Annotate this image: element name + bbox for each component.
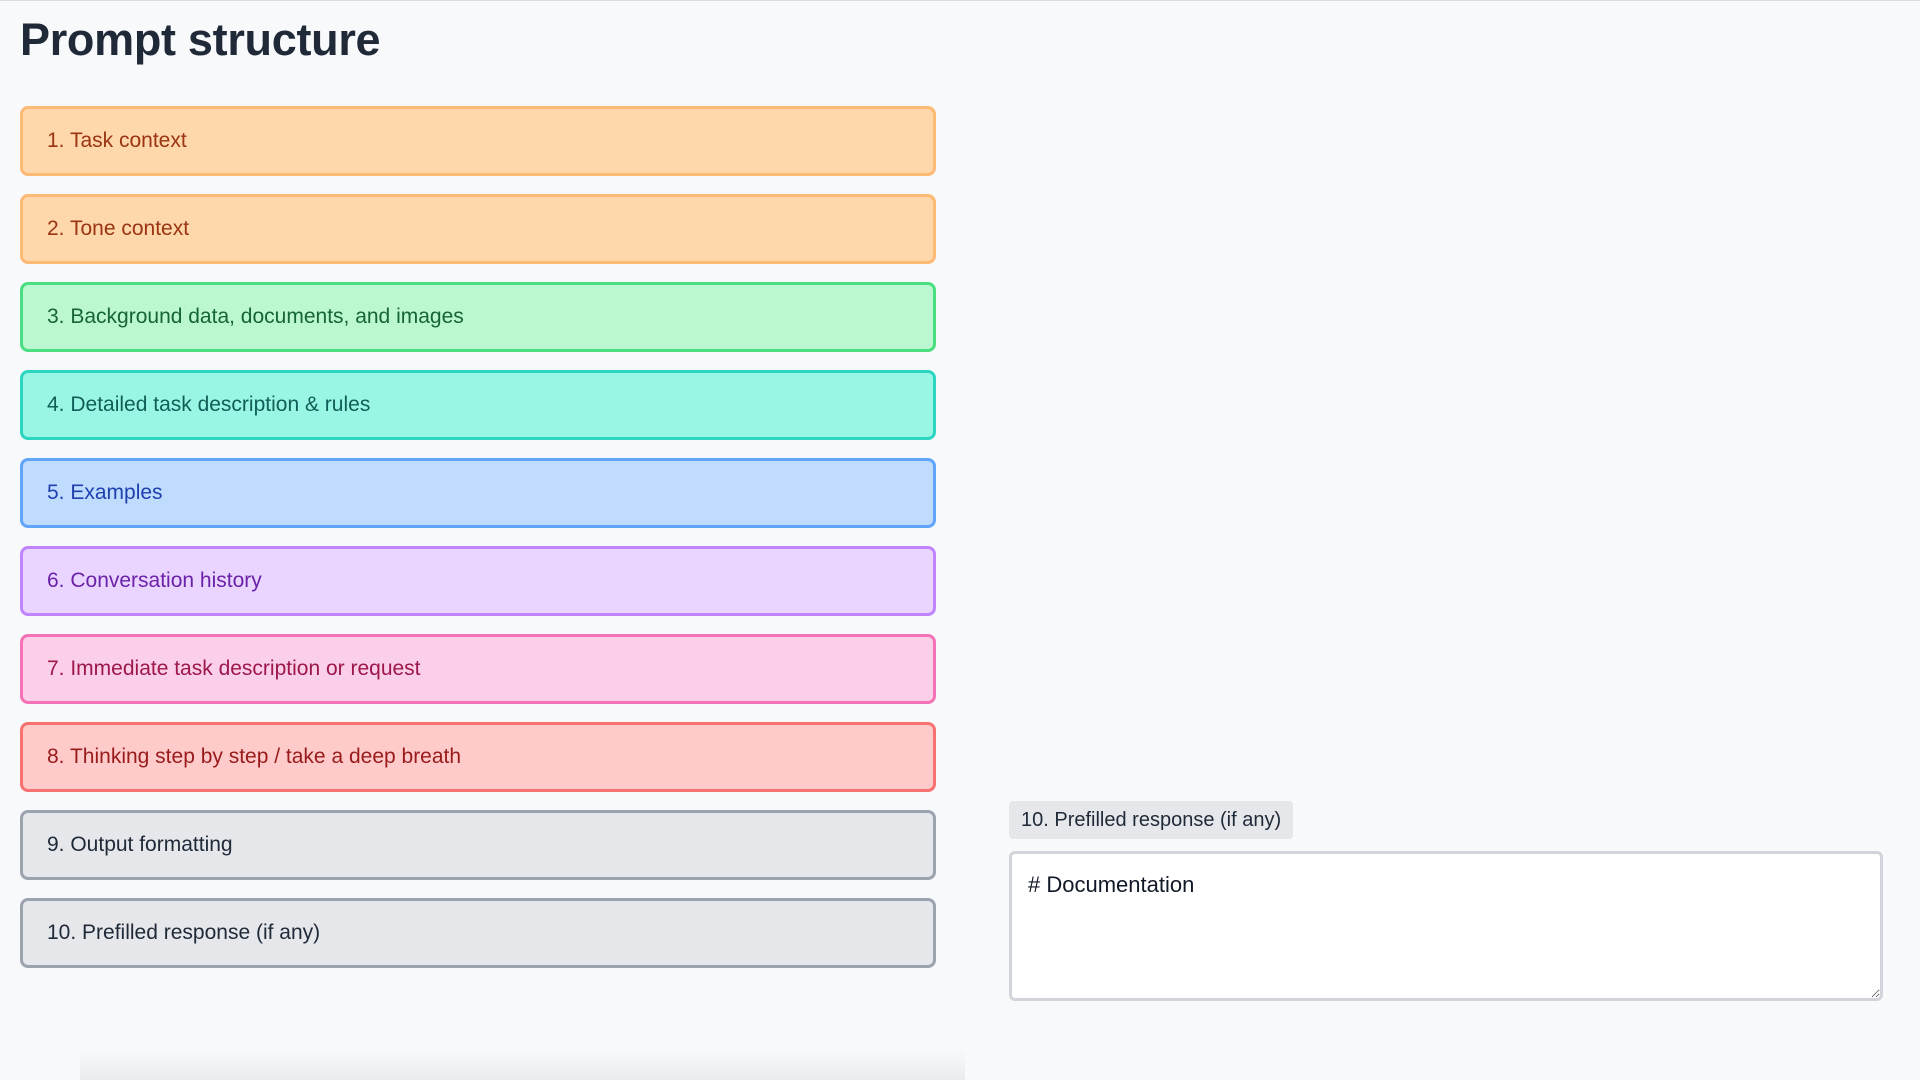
section-label: 4. Detailed task description & rules xyxy=(47,393,371,416)
section-label: 3. Background data, documents, and image… xyxy=(47,305,464,328)
section-output-formatting[interactable]: 9. Output formatting xyxy=(20,810,936,880)
section-label: 8. Thinking step by step / take a deep b… xyxy=(47,745,462,768)
section-examples[interactable]: 5. Examples xyxy=(20,458,936,528)
section-immediate-task[interactable]: 7. Immediate task description or request xyxy=(20,634,936,704)
prefilled-response-textarea[interactable] xyxy=(1009,851,1883,1001)
section-label: 7. Immediate task description or request xyxy=(47,657,421,680)
section-label: 2. Tone context xyxy=(47,217,190,240)
section-prefilled-response[interactable]: 10. Prefilled response (if any) xyxy=(20,898,936,968)
section-label: 10. Prefilled response (if any) xyxy=(47,921,321,944)
section-label: 9. Output formatting xyxy=(47,833,233,856)
section-background-data[interactable]: 3. Background data, documents, and image… xyxy=(20,282,936,352)
section-detailed-task-description[interactable]: 4. Detailed task description & rules xyxy=(20,370,936,440)
section-conversation-history[interactable]: 6. Conversation history xyxy=(20,546,936,616)
section-task-context[interactable]: 1. Task context xyxy=(20,106,936,176)
top-divider xyxy=(0,0,1920,1)
section-thinking-step-by-step[interactable]: 8. Thinking step by step / take a deep b… xyxy=(20,722,936,792)
section-label: 1. Task context xyxy=(47,129,187,152)
section-tone-context[interactable]: 2. Tone context xyxy=(20,194,936,264)
page-title: Prompt structure xyxy=(20,14,381,65)
detail-section-label: 10. Prefilled response (if any) xyxy=(1009,801,1294,839)
section-label: 5. Examples xyxy=(47,481,163,504)
section-list: 1. Task context 2. Tone context 3. Backg… xyxy=(20,106,936,986)
section-label: 6. Conversation history xyxy=(47,569,262,592)
bottom-shadow xyxy=(80,1050,965,1080)
